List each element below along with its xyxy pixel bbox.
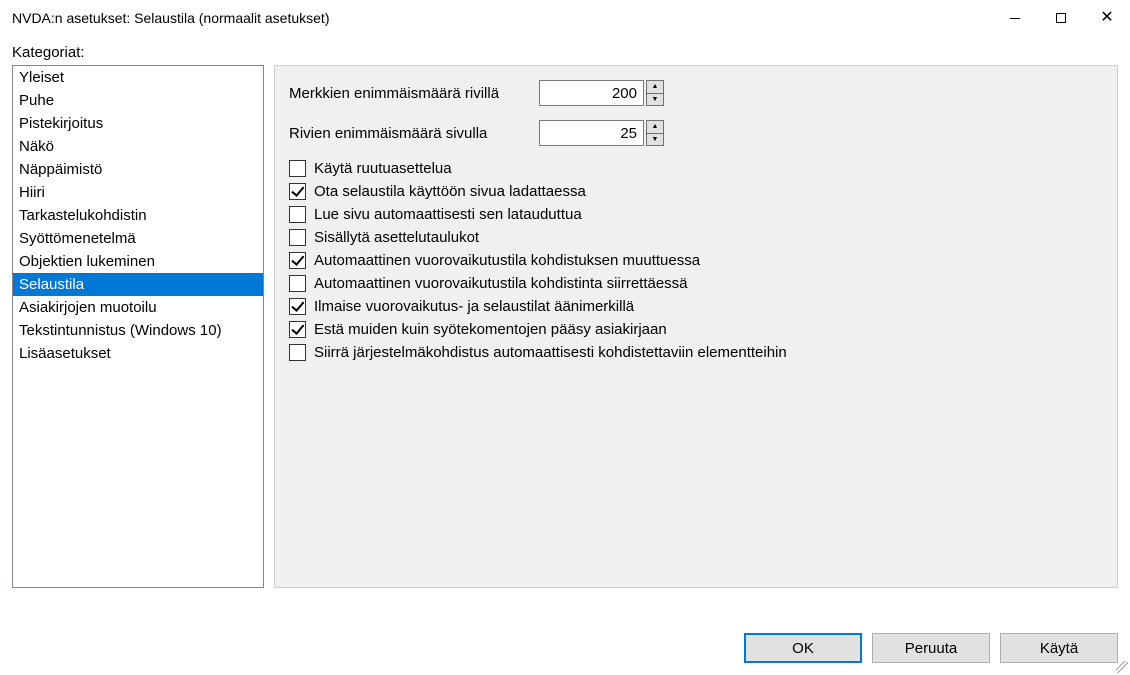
max-lines-spinner[interactable]: ▲ ▼ [646,120,664,146]
checkbox-label: Automaattinen vuorovaikutustila kohdistu… [314,252,700,269]
checkbox-label: Ota selaustila käyttöön sivua ladattaess… [314,183,586,200]
checkbox-row: Estä muiden kuin syötekomentojen pääsy a… [289,321,1103,338]
window-title: NVDA:n asetukset: Selaustila (normaalit … [12,10,329,26]
checkbox-row: Siirrä järjestelmäkohdistus automaattise… [289,344,1103,361]
max-chars-spinner[interactable]: ▲ ▼ [646,80,664,106]
category-item[interactable]: Näppäimistö [13,158,263,181]
minimize-button[interactable] [992,0,1038,36]
max-lines-row: Rivien enimmäismäärä sivulla ▲ ▼ [289,120,1103,146]
main-area: YleisetPuhePistekirjoitusNäköNäppäimistö… [0,65,1130,588]
checkbox[interactable] [289,298,306,315]
checkbox-label: Ilmaise vuorovaikutus- ja selaustilat ää… [314,298,634,315]
spinner-up-icon[interactable]: ▲ [646,80,664,93]
category-item[interactable]: Näkö [13,135,263,158]
checkbox-container: Käytä ruutuasettelua Ota selaustila käytt… [289,160,1103,361]
max-chars-input-wrap: ▲ ▼ [539,80,664,106]
category-item[interactable]: Tekstintunnistus (Windows 10) [13,319,263,342]
spinner-up-icon[interactable]: ▲ [646,120,664,133]
category-item[interactable]: Asiakirjojen muotoilu [13,296,263,319]
cancel-button[interactable]: Peruuta [872,633,990,663]
checkbox[interactable] [289,160,306,177]
checkbox[interactable] [289,275,306,292]
max-lines-label: Rivien enimmäismäärä sivulla [289,125,539,142]
checkbox-label: Sisällytä asettelutaulukot [314,229,479,246]
categories-label: Kategoriat: [0,36,1130,65]
category-list[interactable]: YleisetPuhePistekirjoitusNäköNäppäimistö… [12,65,264,588]
checkbox-row: Automaattinen vuorovaikutustila kohdisti… [289,275,1103,292]
checkbox-row: Käytä ruutuasettelua [289,160,1103,177]
category-item[interactable]: Pistekirjoitus [13,112,263,135]
maximize-icon [1056,13,1066,23]
checkbox-label: Siirrä järjestelmäkohdistus automaattise… [314,344,787,361]
max-chars-input[interactable] [539,80,644,106]
apply-button[interactable]: Käytä [1000,633,1118,663]
checkbox-row: Ota selaustila käyttöön sivua ladattaess… [289,183,1103,200]
window-controls: ✕ [992,0,1130,36]
category-item[interactable]: Objektien lukeminen [13,250,263,273]
category-item[interactable]: Tarkastelukohdistin [13,204,263,227]
checkbox-row: Sisällytä asettelutaulukot [289,229,1103,246]
checkbox[interactable] [289,206,306,223]
minimize-icon [1010,18,1020,19]
ok-button[interactable]: OK [744,633,862,663]
checkbox[interactable] [289,252,306,269]
titlebar: NVDA:n asetukset: Selaustila (normaalit … [0,0,1130,36]
close-icon: ✕ [1100,10,1113,26]
button-bar: OK Peruuta Käytä [744,633,1118,663]
category-item[interactable]: Hiiri [13,181,263,204]
checkbox-row: Automaattinen vuorovaikutustila kohdistu… [289,252,1103,269]
category-item[interactable]: Puhe [13,89,263,112]
max-lines-input-wrap: ▲ ▼ [539,120,664,146]
settings-panel: Merkkien enimmäismäärä rivillä ▲ ▼ Rivie… [274,65,1118,588]
max-chars-row: Merkkien enimmäismäärä rivillä ▲ ▼ [289,80,1103,106]
category-item[interactable]: Lisäasetukset [13,342,263,365]
checkbox-row: Ilmaise vuorovaikutus- ja selaustilat ää… [289,298,1103,315]
checkbox-label: Estä muiden kuin syötekomentojen pääsy a… [314,321,667,338]
resize-grip-icon[interactable] [1116,661,1128,673]
checkbox-row: Lue sivu automaattisesti sen latauduttua [289,206,1103,223]
checkbox[interactable] [289,321,306,338]
spinner-down-icon[interactable]: ▼ [646,133,664,147]
checkbox[interactable] [289,344,306,361]
category-item[interactable]: Syöttömenetelmä [13,227,263,250]
close-button[interactable]: ✕ [1084,0,1130,36]
checkbox[interactable] [289,229,306,246]
checkbox[interactable] [289,183,306,200]
checkbox-label: Automaattinen vuorovaikutustila kohdisti… [314,275,688,292]
checkbox-label: Lue sivu automaattisesti sen latauduttua [314,206,582,223]
max-chars-label: Merkkien enimmäismäärä rivillä [289,85,539,102]
spinner-down-icon[interactable]: ▼ [646,93,664,107]
checkbox-label: Käytä ruutuasettelua [314,160,452,177]
maximize-button[interactable] [1038,0,1084,36]
category-item[interactable]: Selaustila [13,273,263,296]
max-lines-input[interactable] [539,120,644,146]
category-item[interactable]: Yleiset [13,66,263,89]
